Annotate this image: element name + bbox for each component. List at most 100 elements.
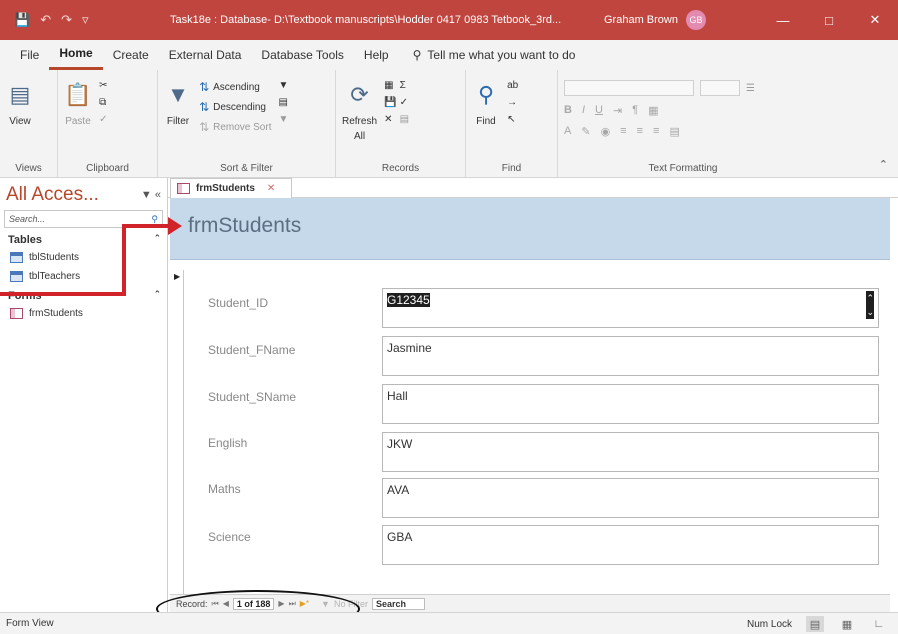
tab-external-data[interactable]: External Data <box>159 40 252 70</box>
totals-icon[interactable]: Σ <box>400 80 409 91</box>
align-right-icon[interactable]: ≡ <box>653 125 659 138</box>
record-selector[interactable]: ▶ <box>170 270 184 594</box>
nav-menu-icon[interactable]: ▼ <box>141 189 152 201</box>
field-input-science[interactable]: GBA <box>382 525 879 565</box>
clipboard-small-buttons: ✂ ⧉ ✓ <box>99 80 107 125</box>
alternate-row-color-icon[interactable]: ▤ <box>669 125 679 138</box>
view-button[interactable]: ▤ View <box>6 78 34 127</box>
remove-sort-button[interactable]: ⇅ Remove Sort <box>199 120 271 134</box>
more-records-icon[interactable]: ▤ <box>400 114 409 125</box>
bullets-icon[interactable]: ☰ <box>746 80 755 96</box>
layout-view-icon[interactable]: ▦ <box>838 616 856 632</box>
cut-icon[interactable]: ✂ <box>99 80 107 91</box>
go-to-icon[interactable]: → <box>507 97 518 108</box>
nav-item-tblstudents[interactable]: tblStudents <box>0 248 167 267</box>
tab-help[interactable]: Help <box>354 40 399 70</box>
shutter-bar-icon[interactable]: « <box>155 189 161 201</box>
tab-home[interactable]: Home <box>49 40 103 70</box>
tab-create[interactable]: Create <box>103 40 159 70</box>
align-center-icon[interactable]: ≡ <box>637 125 643 138</box>
gridlines-icon[interactable]: ▦ <box>648 104 658 117</box>
sort-filter-group-label: Sort & Filter <box>220 163 273 174</box>
toggle-filter-icon[interactable]: ▼ <box>279 114 289 125</box>
field-input-english[interactable]: JKW <box>382 432 879 472</box>
copy-icon[interactable]: ⧉ <box>99 97 107 108</box>
records-small-buttons-2: Σ ✓ ▤ <box>400 80 409 125</box>
italic-icon[interactable]: I <box>582 104 585 117</box>
minimize-button[interactable]: — <box>760 13 806 28</box>
selection-filter-icon[interactable]: ▼ <box>279 80 289 91</box>
field-label-english: English <box>208 436 248 450</box>
save-record-icon[interactable]: 💾 <box>384 97 396 108</box>
nav-search-placeholder: Search... <box>9 214 46 224</box>
find-button[interactable]: ⚲ Find <box>472 78 500 127</box>
field-value: G12345 <box>387 293 430 307</box>
clipboard-group: 📋 Paste ✂ ⧉ ✓ Clipboard <box>58 70 158 178</box>
scroll-spinner[interactable]: ⌃ ⌄ <box>866 291 874 319</box>
font-row: ☰ <box>564 80 802 96</box>
filter-button[interactable]: ▼ Filter <box>164 78 192 127</box>
highlight-icon[interactable]: ✎ <box>581 125 590 138</box>
format-painter-icon[interactable]: ✓ <box>99 114 107 125</box>
nav-title[interactable]: All Acces... <box>6 184 99 206</box>
nav-item-tblteachers[interactable]: tblTeachers <box>0 267 167 286</box>
status-bar: Form View Num Lock ▤ ▦ ∟ <box>0 612 898 634</box>
redo-icon[interactable]: ↷ <box>61 12 72 28</box>
find-label: Find <box>476 116 496 127</box>
paste-button[interactable]: 📋 Paste <box>64 78 92 127</box>
advanced-filter-icon[interactable]: ▤ <box>279 97 289 108</box>
field-input-maths[interactable]: AVA <box>382 478 879 518</box>
align-left-icon[interactable]: ≡ <box>620 125 626 138</box>
tell-me-box[interactable]: ⚲ Tell me what you want to do <box>413 48 576 62</box>
maximize-button[interactable]: □ <box>806 13 852 28</box>
font-size-select[interactable] <box>700 80 740 96</box>
nav-controls: ▼ « <box>141 189 161 201</box>
callout-arrow-tail <box>0 292 126 296</box>
tab-file[interactable]: File <box>10 40 49 70</box>
refresh-icon: ⟳ <box>350 82 369 107</box>
collapse-ribbon-icon[interactable]: ⌃ <box>879 158 888 171</box>
form-view-icon[interactable]: ▤ <box>806 616 824 632</box>
form-icon <box>177 183 190 194</box>
delete-record-icon[interactable]: ✕ <box>384 114 396 125</box>
remove-sort-icon: ⇅ <box>199 120 210 134</box>
chevron-up-icon[interactable]: ⌃ <box>866 291 874 305</box>
field-input-student-sname[interactable]: Hall <box>382 384 879 424</box>
nav-item-frmstudents[interactable]: frmStudents <box>0 304 167 323</box>
chevron-down-icon[interactable]: ⌄ <box>866 305 874 319</box>
descending-button[interactable]: ⇅ Descending <box>199 100 271 114</box>
quick-access-toolbar: 💾 ↶ ↷ ▿ <box>0 12 170 28</box>
customize-icon[interactable]: ▿ <box>82 12 89 28</box>
close-button[interactable]: ✕ <box>852 12 898 28</box>
records-group: ⟳ Refresh All ▦ 💾 ✕ Σ ✓ ▤ Records <box>336 70 466 178</box>
save-icon[interactable]: 💾 <box>14 12 30 28</box>
font-name-select[interactable] <box>564 80 694 96</box>
ribbon-tabs: File Home Create External Data Database … <box>0 40 898 70</box>
form-detail: ▶ Student_ID G12345 ⌃ ⌄ Student_FName Ja… <box>170 260 890 594</box>
window-title: Task18e : Database- D:\Textbook manuscri… <box>170 14 562 26</box>
font-color-icon[interactable]: A <box>564 125 571 138</box>
underline-icon[interactable]: U <box>595 104 603 117</box>
design-view-icon[interactable]: ∟ <box>870 616 888 632</box>
user-account[interactable]: Graham Brown GB <box>604 10 706 30</box>
close-tab-icon[interactable]: ✕ <box>267 183 275 194</box>
tab-database-tools[interactable]: Database Tools <box>251 40 354 70</box>
fill-color-icon[interactable]: ◉ <box>601 125 611 138</box>
refresh-all-button[interactable]: ⟳ Refresh All <box>342 78 377 142</box>
paragraph-direction-icon[interactable]: ¶ <box>632 104 638 117</box>
field-input-student-fname[interactable]: Jasmine <box>382 336 879 376</box>
record-search-input[interactable]: Search <box>371 597 425 610</box>
spelling-icon[interactable]: ✓ <box>400 97 409 108</box>
indent-icon[interactable]: ⇥ <box>613 104 622 117</box>
new-record-icon[interactable]: ▦ <box>384 80 396 91</box>
bold-icon[interactable]: B <box>564 104 572 117</box>
callout-arrow-shaft <box>122 226 126 294</box>
select-icon[interactable]: ↖ <box>507 114 518 125</box>
tables-section-header[interactable]: Tables ˆ <box>0 230 167 248</box>
field-input-student-id[interactable]: G12345 ⌃ ⌄ <box>382 288 879 328</box>
refresh-sub-label: All <box>353 131 366 142</box>
ascending-button[interactable]: ⇅ Ascending <box>199 80 271 94</box>
undo-icon[interactable]: ↶ <box>40 12 51 28</box>
document-tab-frmstudents[interactable]: frmStudents ✕ <box>170 178 292 198</box>
replace-icon[interactable]: ab <box>507 80 518 91</box>
